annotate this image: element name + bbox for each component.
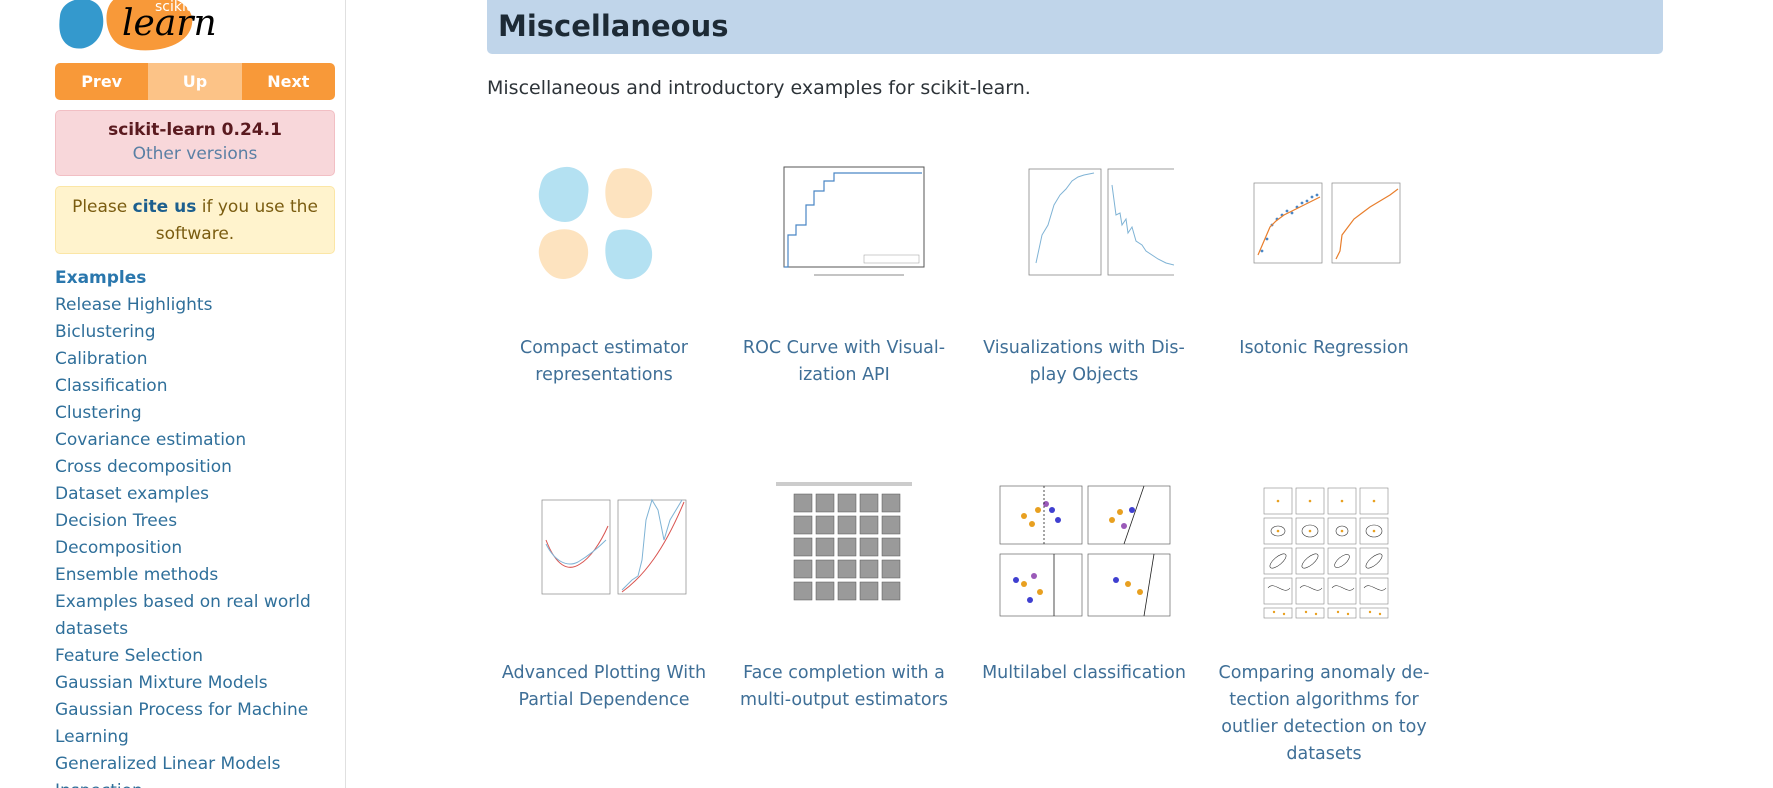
sidebar-item-glm[interactable]: Generalized Linear Models	[55, 751, 345, 778]
card-label[interactable]: Advanced Plotting With Partial Dependenc…	[484, 660, 724, 714]
prev-up-next-bar: Prev Up Next	[55, 63, 335, 100]
example-card[interactable]: Visualizations with Dis-play Objects	[964, 155, 1204, 389]
sidebar: scikit learn Prev Up Next scikit-learn 0…	[0, 0, 346, 788]
other-versions-link[interactable]: Other versions	[56, 144, 334, 164]
next-button[interactable]: Next	[241, 63, 335, 100]
page-title: Miscellaneous	[498, 9, 729, 43]
card-label[interactable]: Multilabel classification	[964, 660, 1204, 687]
card-label[interactable]: Comparing anomaly de-tection algorithms …	[1204, 660, 1444, 768]
example-card[interactable]: Isotonic Regression	[1204, 155, 1444, 362]
roc-curve-thumbnail	[783, 166, 925, 276]
sidebar-item-dataset-examples[interactable]: Dataset examples	[55, 481, 345, 508]
sidebar-item-calibration[interactable]: Calibration	[55, 346, 345, 373]
sidebar-item-gmm[interactable]: Gaussian Mixture Models	[55, 670, 345, 697]
card-label[interactable]: Face completion with a multi-output esti…	[724, 660, 964, 714]
cite-us-link[interactable]: cite us	[133, 197, 197, 217]
sidebar-item-gaussian-process-cont[interactable]: Learning	[55, 724, 345, 751]
sidebar-item-examples[interactable]: Examples	[55, 265, 345, 292]
sidebar-item-classification[interactable]: Classification	[55, 373, 345, 400]
example-card[interactable]: ROC Curve with Visual-ization API	[724, 155, 964, 389]
example-card[interactable]: Advanced Plotting With Partial Dependenc…	[484, 480, 724, 714]
anomaly-detection-thumbnail	[1263, 487, 1389, 619]
example-card[interactable]: Multilabel classification	[964, 480, 1204, 687]
sidebar-item-inspection[interactable]: Inspection	[55, 778, 345, 788]
sidebar-item-real-world[interactable]: Examples based on real world	[55, 589, 345, 616]
card-label[interactable]: Isotonic Regression	[1204, 335, 1444, 362]
sidebar-nav: Examples Release Highlights Biclustering…	[55, 265, 345, 788]
example-card[interactable]: Face completion with a multi-output esti…	[724, 480, 964, 714]
sidebar-item-decomposition[interactable]: Decomposition	[55, 535, 345, 562]
sidebar-item-release-highlights[interactable]: Release Highlights	[55, 292, 345, 319]
logo-big-text: learn	[122, 3, 217, 44]
compact-estimator-thumbnail	[538, 166, 653, 280]
version-title: scikit-learn 0.24.1	[108, 120, 282, 140]
cite-box: Please cite us if you use the software.	[55, 186, 335, 254]
prev-button[interactable]: Prev	[55, 63, 149, 100]
sidebar-item-feature-selection[interactable]: Feature Selection	[55, 643, 345, 670]
example-card[interactable]: Compact estimator representations	[484, 155, 724, 389]
sidebar-item-biclustering[interactable]: Biclustering	[55, 319, 345, 346]
sidebar-item-real-world-cont[interactable]: datasets	[55, 616, 345, 643]
sidebar-item-gaussian-process[interactable]: Gaussian Process for Machine	[55, 697, 345, 724]
card-label[interactable]: Compact estimator representations	[484, 335, 724, 389]
intro-text: Miscellaneous and introductory examples …	[487, 77, 1031, 99]
sidebar-item-decision-trees[interactable]: Decision Trees	[55, 508, 345, 535]
version-box: scikit-learn 0.24.1 Other versions	[55, 110, 335, 176]
example-card[interactable]: Comparing anomaly de-tection algorithms …	[1204, 480, 1444, 768]
sidebar-item-ensemble[interactable]: Ensemble methods	[55, 562, 345, 589]
cite-text-before: Please	[72, 197, 133, 217]
face-completion-thumbnail	[776, 482, 912, 601]
card-label[interactable]: ROC Curve with Visual-ization API	[724, 335, 964, 389]
multilabel-thumbnail	[999, 485, 1171, 617]
up-button[interactable]: Up	[148, 63, 242, 100]
card-label[interactable]: Visualizations with Dis-play Objects	[964, 335, 1204, 389]
partial-dependence-thumbnail	[541, 498, 687, 595]
sidebar-item-clustering[interactable]: Clustering	[55, 400, 345, 427]
sidebar-item-cross-decomposition[interactable]: Cross decomposition	[55, 454, 345, 481]
scikit-learn-logo[interactable]: scikit learn	[56, 0, 226, 56]
isotonic-regression-thumbnail	[1253, 182, 1401, 264]
sidebar-item-covariance[interactable]: Covariance estimation	[55, 427, 345, 454]
display-objects-thumbnail	[1028, 168, 1174, 276]
section-header: Miscellaneous	[487, 0, 1663, 54]
